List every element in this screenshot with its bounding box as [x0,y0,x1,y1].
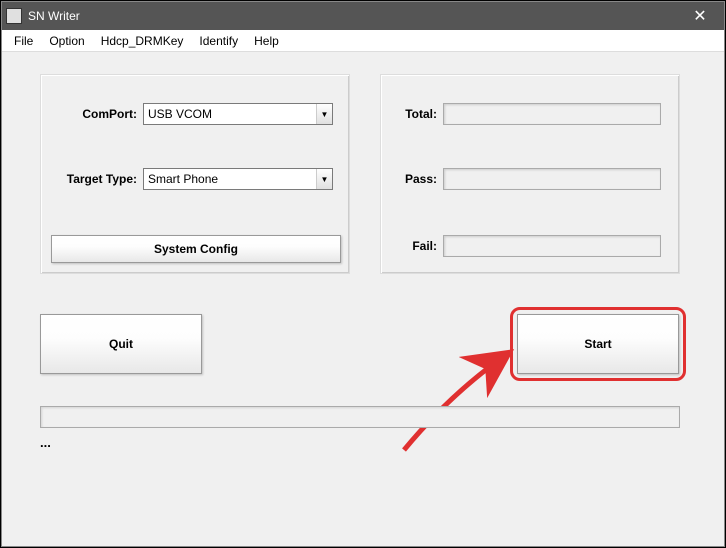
window-title: SN Writer [28,9,680,23]
menubar: File Option Hdcp_DRMKey Identify Help [2,30,724,52]
menu-option[interactable]: Option [41,32,92,50]
start-button[interactable]: Start [517,314,679,374]
target-type-label: Target Type: [51,172,143,186]
status-text: ... [40,435,51,450]
fail-field [443,235,661,257]
pass-field [443,168,661,190]
comport-combobox[interactable]: USB VCOM ▼ [143,103,333,125]
system-config-button[interactable]: System Config [51,235,341,263]
menu-help[interactable]: Help [246,32,287,50]
comport-label: ComPort: [51,107,143,121]
total-field [443,103,661,125]
target-type-value: Smart Phone [144,172,316,186]
menu-file[interactable]: File [6,32,41,50]
config-panel: ComPort: USB VCOM ▼ Target Type: Smart P… [40,74,350,274]
chevron-down-icon[interactable]: ▼ [316,169,332,189]
comport-value: USB VCOM [144,107,316,121]
client-area: ComPort: USB VCOM ▼ Target Type: Smart P… [2,52,724,546]
menu-hdcp-drmkey[interactable]: Hdcp_DRMKey [93,32,192,50]
close-icon[interactable]: ✕ [680,2,720,30]
app-icon [6,8,22,24]
progress-bar [40,406,680,428]
titlebar: SN Writer ✕ [2,2,724,30]
pass-label: Pass: [391,172,443,186]
arrow-annotation [392,332,532,462]
target-type-combobox[interactable]: Smart Phone ▼ [143,168,333,190]
menu-identify[interactable]: Identify [191,32,246,50]
quit-button[interactable]: Quit [40,314,202,374]
total-label: Total: [391,107,443,121]
stats-panel: Total: Pass: Fail: [380,74,680,274]
fail-label: Fail: [391,239,443,253]
chevron-down-icon[interactable]: ▼ [316,104,332,124]
